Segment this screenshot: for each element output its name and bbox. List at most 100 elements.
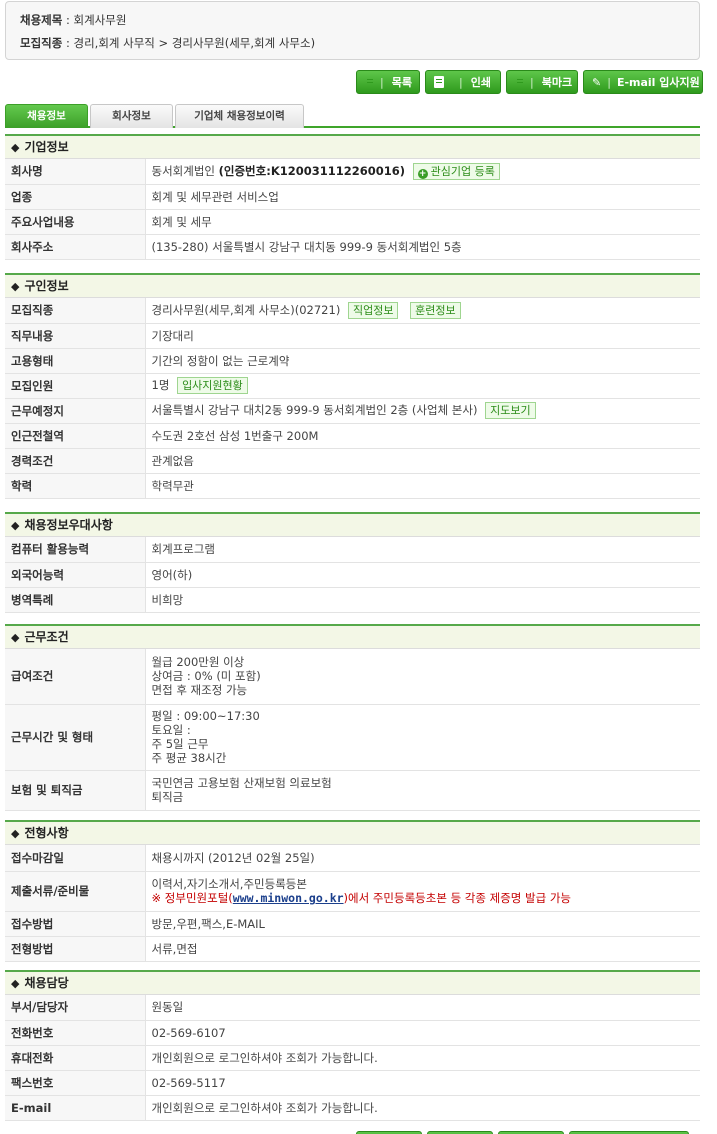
section-title: 채용정보우대사항 <box>24 518 113 532</box>
email-apply-button[interactable]: ✎ | E-mail 입사지원 <box>583 70 703 94</box>
section-title: 기업정보 <box>24 140 69 154</box>
row-label: 모집직종 <box>5 298 146 324</box>
interest-company-button[interactable]: + 관심기업 등록 <box>412 162 500 180</box>
table-row: 부서/담당자 원동일 <box>5 995 700 1021</box>
section-header: ◆ 근무조건 <box>5 626 700 649</box>
salary-line: 상여금 : 0% (미 포함) <box>151 669 261 684</box>
row-value: 채용시까지 (2012년 02월 25일) <box>145 845 700 872</box>
table-row: 근무시간 및 형태 평일 : 09:00~17:30 토요일 : 주 5일 근무… <box>5 704 700 771</box>
insurance-line: 퇴직금 <box>151 790 184 804</box>
row-label: 인근전철역 <box>5 423 146 449</box>
job-category-cell: 경리사무원(세무,회계 사무소)(02721) 직업정보 훈련정보 <box>145 298 700 324</box>
conditions-table: 급여조건 월급 200만원 이상 상여금 : 0% (미 포함) 면접 후 재조… <box>5 649 700 811</box>
table-row: 전형방법 서류,면접 <box>5 936 700 962</box>
table-row: 전화번호 02-569-6107 <box>5 1020 700 1046</box>
docs-line: 이력서,자기소개서,주민등록등본 <box>151 877 307 891</box>
section-header: ◆ 전형사항 <box>5 822 700 845</box>
diamond-bullet-icon: ◆ <box>11 827 20 840</box>
section-title: 구인정보 <box>24 279 69 293</box>
row-label: 근무예정지 <box>5 398 146 424</box>
row-value: 02-569-5117 <box>145 1070 700 1096</box>
table-row: 휴대전화 개인회원으로 로그인하셔야 조회가 가능합니다. <box>5 1045 700 1071</box>
row-label: 경력조건 <box>5 448 146 474</box>
workplace-value: 서울특별시 강남구 대치2동 999-9 동서회계법인 2층 (사업체 본사) <box>151 403 478 417</box>
table-row: 모집인원 1명 입사지원현황 <box>5 373 700 399</box>
row-value: 학력무관 <box>145 473 700 499</box>
row-value: 비희망 <box>145 587 700 613</box>
row-label: 업종 <box>5 184 146 210</box>
plus-icon: + <box>417 168 428 179</box>
preference-table: 컴퓨터 활용능력 회계프로그램 외국어능력 영어(하) 병역특례 비희망 <box>5 537 700 613</box>
insurance-cell: 국민연금 고용보험 산재보험 의료보험 퇴직금 <box>145 770 700 811</box>
row-label: 직무내용 <box>5 323 146 349</box>
bookmark-button[interactable]: | 북마크 <box>506 70 578 94</box>
section-title: 전형사항 <box>24 826 69 840</box>
list-button[interactable]: | 목록 <box>356 70 420 94</box>
row-value: 수도권 2호선 삼성 1번출구 200M <box>145 423 700 449</box>
selection-table: 접수마감일 채용시까지 (2012년 02월 25일) 제출서류/준비물 이력서… <box>5 845 700 962</box>
table-row: 급여조건 월급 200만원 이상 상여금 : 0% (미 포함) 면접 후 재조… <box>5 649 700 705</box>
summary-category-line: 모집직종 : 경리,회계 사무직 > 경리사무원(세무,회계 사무소) <box>20 36 316 50</box>
docs-note-suffix: )에서 주민등록등초본 등 각종 제증명 발급 가능 <box>343 891 571 905</box>
row-label: 보험 및 퇴직금 <box>5 770 146 811</box>
print-button[interactable]: | 인쇄 <box>425 70 501 94</box>
row-label: 병역특례 <box>5 587 146 613</box>
table-row: 컴퓨터 활용능력 회계프로그램 <box>5 537 700 563</box>
training-info-button[interactable]: 훈련정보 <box>410 301 461 319</box>
table-row: 외국어능력 영어(하) <box>5 562 700 588</box>
row-value: 개인회원으로 로그인하셔야 조회가 가능합니다. <box>145 1045 700 1071</box>
table-row: 병역특례 비희망 <box>5 587 700 613</box>
tab-company-info[interactable]: 회사정보 <box>90 104 173 128</box>
tab-job-history[interactable]: 기업체 채용정보이력 <box>175 104 304 128</box>
section-title: 근무조건 <box>24 630 69 644</box>
table-row: 제출서류/준비물 이력서,자기소개서,주민등록등본 ※ 정부민원포털(www.m… <box>5 871 700 912</box>
company-table: 회사명 동서회계법인 (인증번호:K120031112260016) + 관심기업… <box>5 159 700 260</box>
tab-job-info[interactable]: 채용정보 <box>5 104 88 128</box>
row-label: E-mail <box>5 1095 146 1121</box>
row-label: 외국어능력 <box>5 562 146 588</box>
company-name-cell: 동서회계법인 (인증번호:K120031112260016) + 관심기업 등록 <box>145 159 700 185</box>
minwon-link[interactable]: www.minwon.go.kr <box>233 891 344 905</box>
table-row: 경력조건 관계없음 <box>5 448 700 474</box>
table-row: 보험 및 퇴직금 국민연금 고용보험 산재보험 의료보험 퇴직금 <box>5 770 700 811</box>
diamond-bullet-icon: ◆ <box>11 141 20 154</box>
conditions-section: ◆ 근무조건 급여조건 월급 200만원 이상 상여금 : 0% (미 포함) 면… <box>5 624 700 811</box>
summary-category-value: 경리,회계 사무직 > 경리사무원(세무,회계 사무소) <box>73 36 316 50</box>
summary-title-line: 채용제목 : 회계사무원 <box>20 13 127 27</box>
row-label: 주요사업내용 <box>5 209 146 235</box>
workplace-cell: 서울특별시 강남구 대치2동 999-9 동서회계법인 2층 (사업체 본사) … <box>145 398 700 424</box>
row-value: 서류,면접 <box>145 936 700 962</box>
summary-title-label: 채용제목 <box>20 13 63 27</box>
row-label: 모집인원 <box>5 373 146 399</box>
hours-line: 주 평균 38시간 <box>151 751 227 765</box>
row-label: 학력 <box>5 473 146 499</box>
action-toolbar: | 목록 | 인쇄 | 북마크 ✎ | E-mail 입사지원 <box>356 70 703 94</box>
diamond-bullet-icon: ◆ <box>11 631 20 644</box>
table-row: 학력 학력무관 <box>5 473 700 499</box>
row-value: 원동일 <box>145 995 700 1021</box>
print-button-label: 인쇄 <box>470 76 491 89</box>
printer-icon <box>434 76 444 88</box>
table-row: 접수마감일 채용시까지 (2012년 02월 25일) <box>5 845 700 872</box>
applicants-status-button[interactable]: 입사지원현황 <box>177 377 248 394</box>
table-row: 인근전철역 수도권 2호선 삼성 1번출구 200M <box>5 423 700 449</box>
table-row: E-mail 개인회원으로 로그인하셔야 조회가 가능합니다. <box>5 1095 700 1121</box>
email-apply-button-label: E-mail 입사지원 <box>616 76 700 89</box>
diamond-bullet-icon: ◆ <box>11 977 20 990</box>
table-row: 팩스번호 02-569-5117 <box>5 1070 700 1096</box>
map-button[interactable]: 지도보기 <box>485 402 536 419</box>
row-label: 접수마감일 <box>5 845 146 872</box>
row-value: 기간의 정함이 없는 근로계약 <box>145 348 700 374</box>
table-row: 모집직종 경리사무원(세무,회계 사무소)(02721) 직업정보 훈련정보 <box>5 298 700 324</box>
insurance-line: 국민연금 고용보험 산재보험 의료보험 <box>151 776 332 790</box>
company-name: 동서회계법인 <box>151 163 215 178</box>
row-label: 휴대전화 <box>5 1045 146 1071</box>
section-header: ◆ 채용담당 <box>5 972 700 995</box>
row-label: 급여조건 <box>5 649 146 705</box>
row-value: 회계 및 세무관련 서비스업 <box>145 184 700 210</box>
row-label: 전형방법 <box>5 936 146 962</box>
contact-table: 부서/담당자 원동일 전화번호 02-569-6107 휴대전화 개인회원으로 … <box>5 995 700 1121</box>
row-label: 전화번호 <box>5 1020 146 1046</box>
row-value: 회계프로그램 <box>145 537 700 563</box>
job-info-button[interactable]: 직업정보 <box>347 301 399 319</box>
